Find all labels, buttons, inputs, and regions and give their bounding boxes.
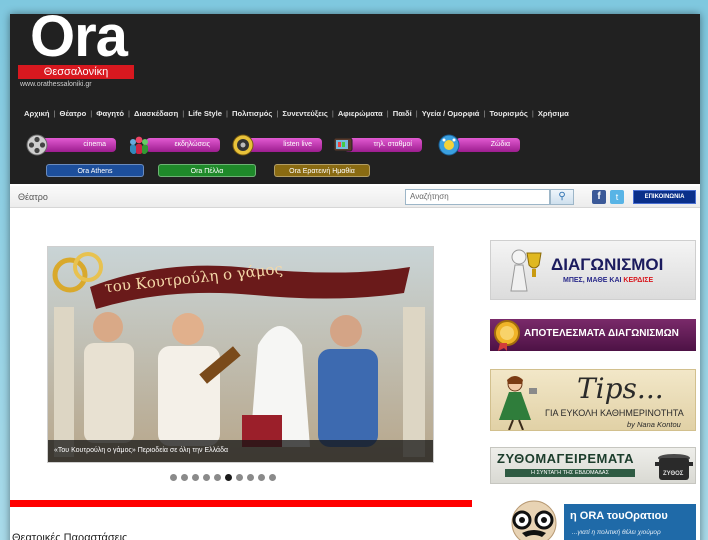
pill-cinema-label: cinema [83, 141, 106, 148]
main-navigation: Αρχική | Θέατρο | Φαγητό | Διασκέδαση | Life… [10, 104, 700, 122]
pill-zodiac-label: Ζώδια [490, 141, 510, 148]
slider-dot[interactable] [170, 474, 177, 481]
cooking-pot-icon [655, 454, 693, 480]
search-input[interactable]: Αναζήτηση [405, 189, 550, 205]
nav-item-food[interactable]: Φαγητό [92, 109, 128, 118]
results-title: ΑΠΟΤΕΛΕΣΜΑΤΑ ΔΙΑΓΩΝΙΣΜΩΝ [524, 328, 679, 339]
slider-dot[interactable] [181, 474, 188, 481]
contests-subtitle-a: ΜΠΕΣ, [563, 277, 585, 284]
facebook-icon[interactable]: f [592, 190, 606, 204]
crowd-icon [130, 136, 148, 154]
contests-subtitle: ΜΠΕΣ, ΜΑΘΕ ΚΑΙ ΚΕΡΔΙΣΕ [563, 277, 653, 284]
contest-results-banner[interactable]: ΑΠΟΤΕΛΕΣΜΑΤΑ ΔΙΑΓΩΝΙΣΜΩΝ [490, 319, 696, 351]
nav-item-kids[interactable]: Παιδί [389, 109, 416, 118]
trophy-figure-icon [510, 249, 542, 292]
site-header: Ora Θεσσαλονίκη www.orathessaloniki.gr Α… [10, 14, 700, 184]
tips-title: Tips... [577, 372, 664, 405]
oratios-panel: η ORA τουΟρατιου ...γιατί η πολιτική θέλ… [564, 504, 696, 540]
browser-page: Ora Θεσσαλονίκη www.orathessaloniki.gr Α… [10, 14, 700, 540]
pill-events-label: εκδηλώσεις [174, 141, 210, 148]
ora-oratios-banner[interactable]: η ORA τουΟρατιου ...γιατί η πολιτική θέλ… [490, 500, 696, 540]
caricature-glasses-icon [511, 500, 557, 540]
slider-dot[interactable] [192, 474, 199, 481]
nav-item-entertainment[interactable]: Διασκέδαση [130, 109, 182, 118]
contact-button[interactable]: ΕΠΙΚΟΙΝΩΝΙΑ [633, 190, 696, 204]
search-icon: ⚲ [558, 191, 566, 202]
search-button[interactable]: ⚲ [550, 189, 574, 205]
television-icon [333, 137, 353, 152]
featured-slider[interactable]: του Κουτρούλη ο γάμος «Του Κουτρούλη ο γ… [47, 246, 434, 463]
nav-item-useful[interactable]: Χρήσιμα [534, 109, 573, 118]
site-logo[interactable]: Ora [30, 14, 128, 66]
breadcrumb-bar: Θέατρο Αναζήτηση ⚲ f t ΕΠΙΚΟΙΝΩΝΙΑ [10, 186, 700, 208]
speaker-icon [232, 134, 254, 156]
pill-listen-live[interactable]: listen live [248, 138, 322, 152]
nav-item-lifestyle[interactable]: Life Style [184, 109, 226, 118]
twitter-icon[interactable]: t [610, 190, 624, 204]
city-link-athens[interactable]: Ora Athens [46, 164, 144, 177]
city-link-pella[interactable]: Ora Πέλλα [158, 164, 256, 177]
nav-item-theatre[interactable]: Θέατρο [56, 109, 91, 118]
zodiac-icon [438, 134, 460, 156]
slide-caption[interactable]: «Του Κουτρούλη ο γάμος» Περιοδεία σε όλη… [48, 440, 433, 462]
oratios-subtitle: ...γιατί η πολιτική θέλει χιούμορ [572, 529, 661, 536]
nav-item-health[interactable]: Υγεία / Ομορφιά [418, 109, 484, 118]
nav-item-interviews[interactable]: Συνεντεύξεις [278, 109, 332, 118]
tips-subtitle: ΓΙΑ ΕΥΚΟΛΗ ΚΑΘΗΜΕΡΙΝΟΤΗΤΑ [545, 408, 684, 418]
pill-listen-live-label: listen live [283, 141, 312, 148]
medal-icon [494, 320, 520, 351]
section-title[interactable]: Θεατρικές Παραστάσεις [12, 532, 127, 540]
pill-events[interactable]: εκδηλώσεις [146, 138, 220, 152]
slider-dot[interactable] [225, 474, 232, 481]
contests-subtitle-b: ΜΑΘΕ ΚΑΙ [586, 277, 622, 284]
sister-sites-row: Ora Athens Ora Πέλλα Ora Ερατεινή Ημαθία [46, 164, 696, 178]
contests-subtitle-c: ΚΕΡΔΙΣΕ [623, 277, 654, 284]
nav-item-tributes[interactable]: Αφιερώματα [334, 109, 387, 118]
recipe-subtitle: Η ΣΥΝΤΑΓΗ ΤΗΣ ΕΒΔΟΜΑΔΑΣ [505, 469, 635, 477]
recipe-title: ΖΥΘΟΜΑΓΕΙΡΕΜΑΤΑ [497, 451, 634, 466]
pot-label: ΖΥΘΟΣ [663, 471, 684, 477]
breadcrumb[interactable]: Θέατρο [18, 192, 48, 202]
nav-item-tourism[interactable]: Τουρισμός [485, 109, 531, 118]
pill-zodiac[interactable]: Ζώδια [456, 138, 520, 152]
nav-item-home[interactable]: Αρχική [20, 109, 54, 118]
logo-url: www.orathessaloniki.gr [20, 81, 92, 88]
contests-banner[interactable]: ΔΙΑΓΩΝΙΣΜΟΙ ΜΠΕΣ, ΜΑΘΕ ΚΑΙ ΚΕΡΔΙΣΕ [490, 240, 696, 300]
city-link-imathia[interactable]: Ora Ερατεινή Ημαθία [274, 164, 370, 177]
slider-pagination [170, 474, 276, 482]
pill-tv-stations[interactable]: τηλ. σταθμοί [344, 138, 422, 152]
logo-city-label: Θεσσαλονίκη [18, 65, 134, 79]
tips-author: by Nana Kontou [627, 420, 681, 429]
recipe-banner[interactable]: ΖΥΘΟΜΑΓΕΙΡΕΜΑΤΑ Η ΣΥΝΤΑΓΗ ΤΗΣ ΕΒΔΟΜΑΔΑΣ … [490, 447, 696, 484]
pill-tv-stations-label: τηλ. σταθμοί [373, 141, 412, 148]
quick-links-row: cinema εκδηλώσεις listen live τηλ. σταθμ… [26, 134, 696, 156]
tips-banner[interactable]: Tips... ΓΙΑ ΕΥΚΟΛΗ ΚΑΘΗΜΕΡΙΝΟΤΗΤΑ by Nan… [490, 369, 696, 431]
slider-dot[interactable] [214, 474, 221, 481]
nav-item-culture[interactable]: Πολιτισμός [228, 109, 276, 118]
slider-dot[interactable] [203, 474, 210, 481]
slider-dot[interactable] [247, 474, 254, 481]
slider-dot[interactable] [236, 474, 243, 481]
slider-dot[interactable] [258, 474, 265, 481]
contact-button-label: ΕΠΙΚΟΙΝΩΝΙΑ [644, 194, 685, 200]
pill-cinema[interactable]: cinema [42, 138, 116, 152]
slider-dot[interactable] [269, 474, 276, 481]
oratios-title: η ORA τουΟρατιου [570, 510, 668, 522]
contests-title: ΔΙΑΓΩΝΙΣΜΟΙ [551, 255, 664, 274]
section-divider [10, 500, 472, 507]
film-reel-icon [26, 134, 48, 156]
retro-woman-icon [499, 376, 537, 430]
